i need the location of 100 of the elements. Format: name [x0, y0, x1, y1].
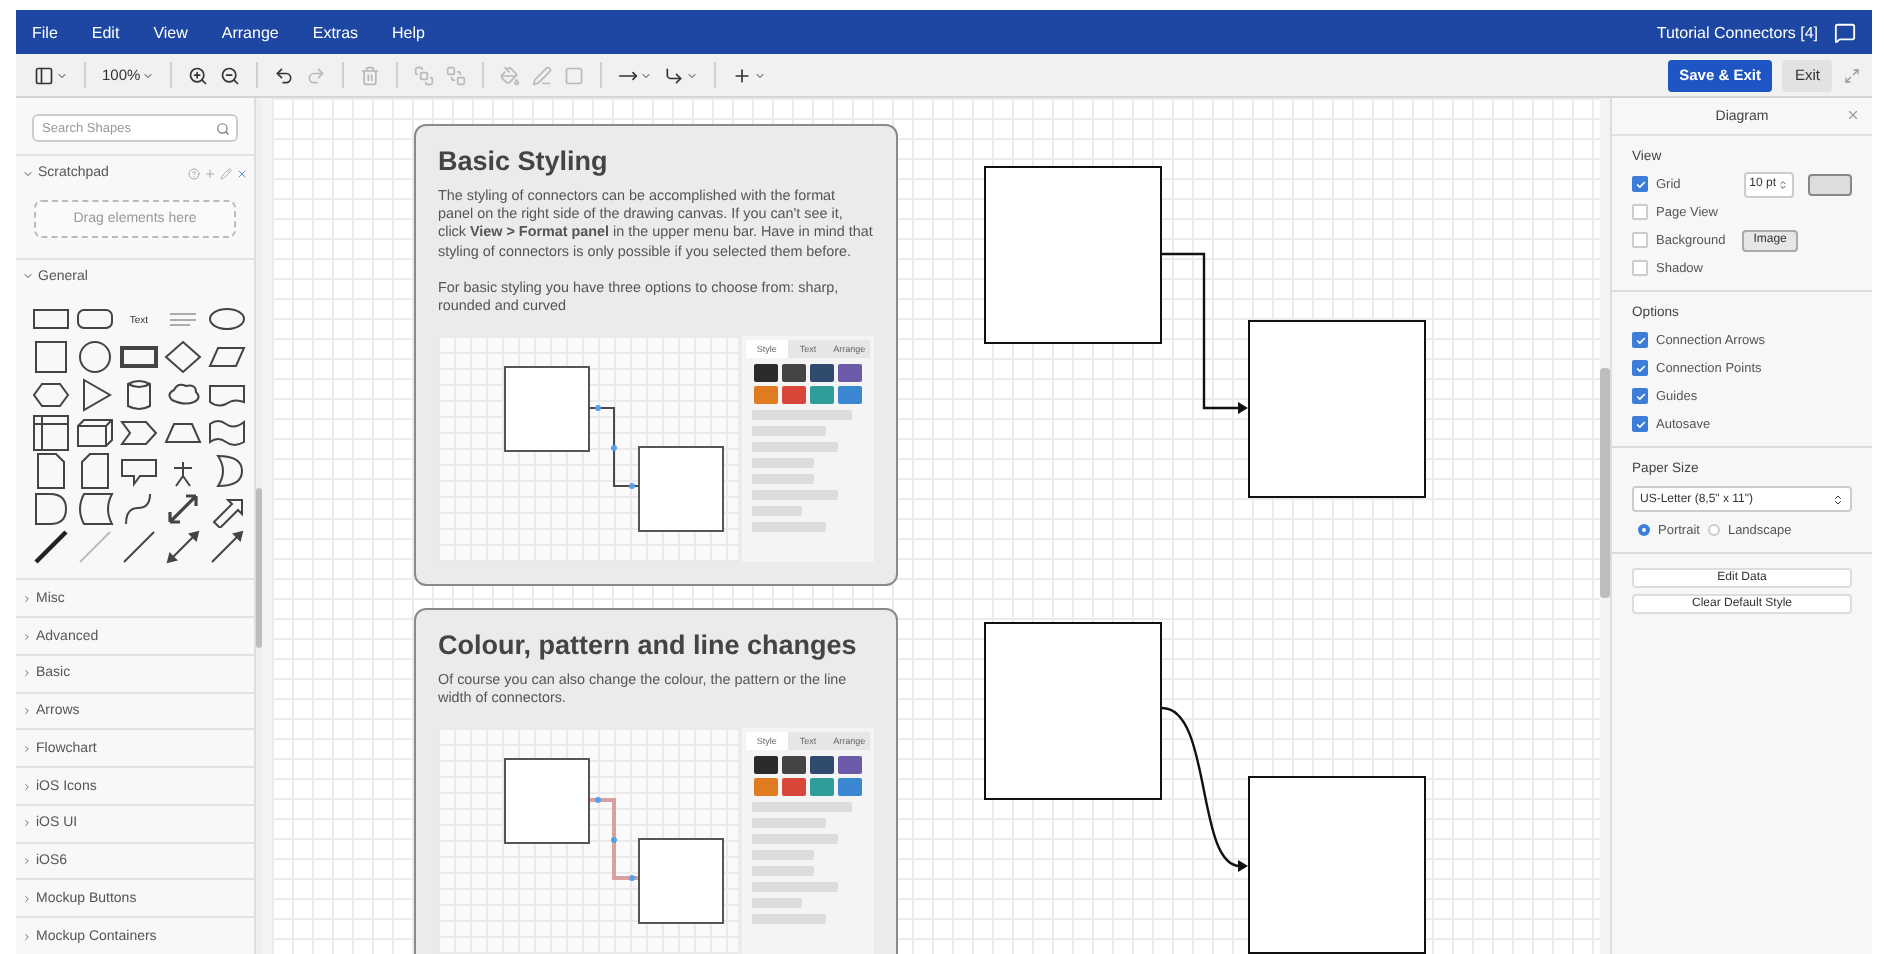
menu-item[interactable]: View: [153, 23, 188, 41]
caret-icon: [754, 69, 767, 81]
square-shape-icon[interactable]: [32, 338, 70, 377]
color-swatch[interactable]: [810, 386, 834, 405]
grid-color-well[interactable]: [1808, 173, 1852, 195]
undo-icon: [274, 65, 295, 85]
menu-item[interactable]: File: [32, 23, 58, 41]
paint-bucket-icon: [500, 65, 521, 85]
checkbox[interactable]: [1632, 204, 1648, 220]
bidirectional-line-shape-icon[interactable]: [164, 528, 202, 567]
search-icon: [216, 122, 230, 136]
checkbox[interactable]: [1632, 260, 1648, 276]
color-swatch[interactable]: [810, 778, 834, 797]
caret-icon: [22, 893, 32, 904]
menu-item[interactable]: Extras: [312, 23, 359, 41]
setting-row: [752, 866, 814, 877]
caret-icon: [22, 706, 32, 717]
menu-item[interactable]: Arrange: [221, 23, 279, 41]
checkbox[interactable]: [1632, 176, 1648, 192]
color-swatch[interactable]: [810, 756, 834, 775]
setting-row: [752, 442, 839, 453]
comment-icon[interactable]: [1834, 21, 1856, 43]
setting-row: [752, 490, 839, 501]
color-swatch[interactable]: [754, 364, 778, 383]
zoom-in-icon: [188, 65, 209, 85]
radio-button[interactable]: [1638, 524, 1650, 536]
caret-icon: [22, 781, 32, 792]
caret-icon: [686, 69, 699, 81]
caret-icon: [22, 931, 32, 942]
caret-icon: [22, 668, 32, 679]
color-swatch[interactable]: [838, 386, 862, 405]
pen-line-icon: [532, 65, 553, 85]
color-swatch[interactable]: [782, 778, 806, 797]
square-shape: [504, 758, 590, 845]
menu-item[interactable]: Help: [392, 23, 425, 41]
color-swatch[interactable]: [838, 364, 862, 383]
setting-row: [752, 898, 802, 909]
caret-icon: [22, 593, 32, 604]
menu-item[interactable]: Edit: [91, 23, 120, 41]
double-arrow-shape-icon[interactable]: [164, 490, 202, 529]
color-swatch[interactable]: [782, 386, 806, 405]
color-swatch[interactable]: [782, 756, 806, 775]
color-swatch[interactable]: [754, 756, 778, 775]
checkbox[interactable]: [1632, 232, 1648, 248]
zoom-out-icon: [220, 65, 241, 85]
handle-dot: [629, 483, 635, 490]
thick-line-shape-icon[interactable]: [32, 528, 70, 567]
checkbox[interactable]: [1632, 416, 1648, 432]
document-shape-icon[interactable]: [32, 452, 70, 491]
color-swatch[interactable]: [838, 778, 862, 797]
line-shape-icon[interactable]: [120, 528, 158, 567]
internal-storage-shape-icon[interactable]: [32, 414, 70, 453]
color-swatch[interactable]: [754, 386, 778, 405]
card-title: Colour, pattern and line changes: [438, 630, 859, 660]
setting-row: [752, 834, 839, 845]
handle-dot: [629, 875, 635, 882]
redo-icon: [306, 65, 327, 85]
caret-icon: [142, 69, 155, 81]
caret-icon: [22, 743, 32, 754]
square-icon: [564, 65, 585, 85]
cube-shape-icon[interactable]: [76, 414, 114, 453]
setting-row: [752, 882, 839, 893]
directional-line-shape-icon[interactable]: [208, 528, 246, 567]
send-to-back-icon: [446, 65, 467, 85]
close-icon[interactable]: [236, 167, 248, 180]
setting-row: [752, 506, 802, 517]
card-title: Basic Styling: [438, 146, 610, 176]
caret-icon: [22, 856, 32, 867]
checkbox[interactable]: [1632, 332, 1648, 348]
delay-shape-icon[interactable]: [32, 490, 70, 529]
color-swatch[interactable]: [782, 364, 806, 383]
plus-icon: [732, 65, 753, 85]
trash-icon: [360, 65, 381, 85]
color-swatch[interactable]: [754, 778, 778, 797]
bring-to-front-icon: [414, 65, 435, 85]
radio-button[interactable]: [1707, 524, 1720, 536]
caret-icon: [640, 69, 653, 81]
stepper-icon[interactable]: [1778, 179, 1788, 189]
setting-row: [752, 458, 814, 469]
data-storage-shape-icon[interactable]: [76, 490, 114, 529]
handle-dot: [611, 445, 617, 452]
caret-icon: [22, 167, 34, 180]
caret-icon: [22, 631, 32, 641]
checkbox[interactable]: [1632, 360, 1648, 376]
checkbox[interactable]: [1632, 388, 1648, 404]
setting-row: [752, 410, 852, 421]
color-swatch[interactable]: [838, 756, 862, 775]
setting-row: [752, 850, 814, 861]
setting-row: [752, 474, 814, 485]
close-icon[interactable]: [1846, 108, 1860, 122]
panel-layout-icon: [34, 65, 54, 85]
card-shape-icon[interactable]: [76, 452, 114, 491]
caret-icon: [56, 69, 68, 81]
handle-dot: [611, 837, 617, 844]
setting-row: [752, 914, 827, 925]
circle-shape-icon[interactable]: [76, 338, 114, 377]
square-shape: [638, 838, 724, 925]
diamond-shape-icon[interactable]: [164, 338, 202, 377]
color-swatch[interactable]: [810, 364, 834, 383]
caret-icon: [22, 270, 34, 283]
